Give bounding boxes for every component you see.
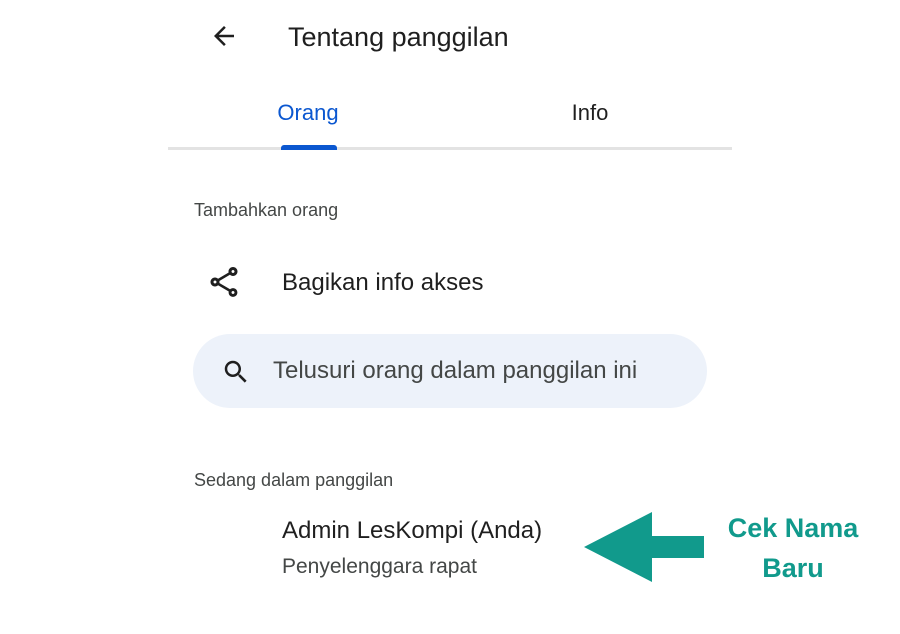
share-access-info-label: Bagikan info akses [282,269,484,296]
arrow-back-icon [209,21,239,56]
about-call-screen: Tentang panggilan Orang Info Tambahkan o… [0,0,900,634]
page-title: Tentang panggilan [288,22,509,52]
annotation-label: Cek Nama Baru [727,513,859,583]
tab-orang[interactable]: Orang [228,80,388,147]
back-button[interactable] [204,18,244,58]
participant-name: Admin LesKompi (Anda) [282,517,543,544]
search-icon [221,357,251,387]
tab-orang-label: Orang [277,100,339,125]
share-icon [206,264,242,300]
tab-info-label: Info [571,100,609,125]
participant-row[interactable]: Admin LesKompi (Anda) Penyelenggara rapa… [282,516,582,586]
add-people-section-label: Tambahkan orang [194,200,339,220]
tab-divider [168,147,732,150]
participant-role: Penyelenggara rapat [282,555,477,578]
in-call-section-label: Sedang dalam panggilan [194,470,394,490]
search-people-box[interactable] [193,334,707,408]
arrow-left-annotation-icon [584,512,704,582]
active-tab-indicator [281,145,337,150]
search-input[interactable] [273,334,683,408]
tab-bar: Orang Info [168,80,732,150]
tab-info[interactable]: Info [510,80,670,147]
share-access-info-button[interactable]: Bagikan info akses [194,254,714,310]
